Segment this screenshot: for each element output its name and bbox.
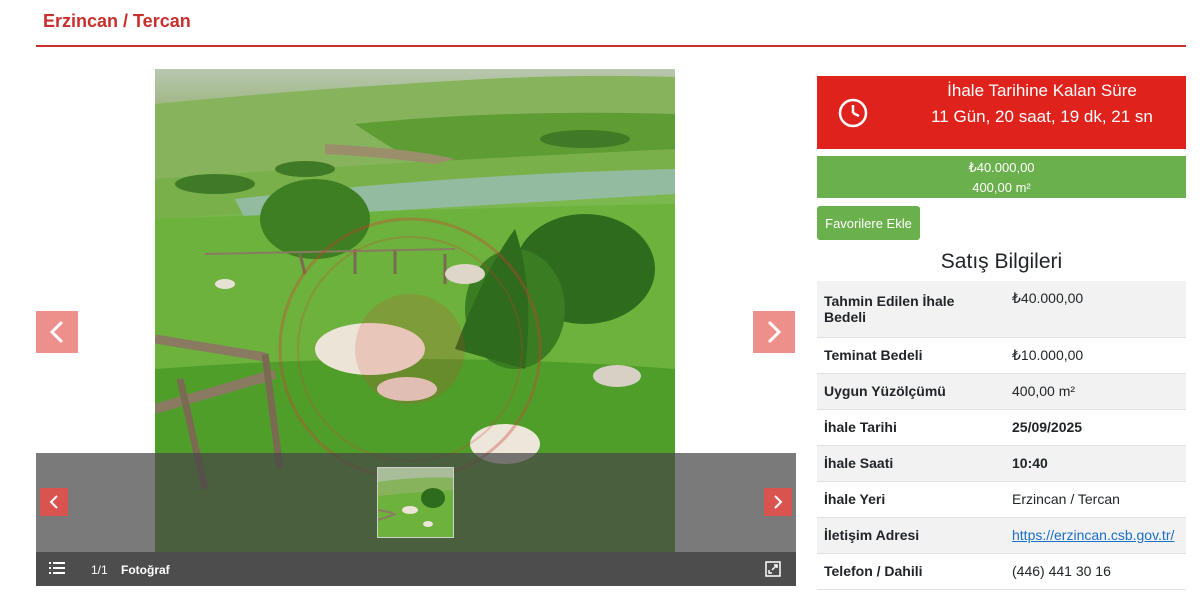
table-row: İletişim Adresi https://erzincan.csb.gov… [817,517,1186,554]
thumbnail[interactable] [377,467,454,538]
clock-icon [837,97,869,134]
row-label: Uygun Yüzölçümü [817,373,1005,410]
price-area: 400,00 m² [972,180,1031,195]
row-value: 400,00 m² [1005,373,1186,410]
countdown-label: İhale Tarihine Kalan Süre [947,81,1137,100]
photo-caption: Fotoğraf [121,563,170,577]
countdown-value: 11 Gün, 20 saat, 19 dk, 21 sn [931,107,1153,126]
table-row: Uygun Yüzölçümü 400,00 m² [817,373,1186,410]
photo-counter: 1/1 [91,563,108,577]
sales-info-heading: Satış Bilgileri [940,250,1063,273]
photo-gallery: 1/1 Fotoğraf [36,69,796,586]
table-row: Telefon / Dahili (446) 441 30 16 [817,553,1186,590]
table-row: Tahmin Edilen İhale Bedeli ₺40.000,00 [817,281,1186,338]
page-title: Erzincan / Tercan [43,11,191,31]
price-summary: ₺40.000,00 400,00 m² [817,156,1186,198]
chevron-left-icon [49,320,64,344]
thumbnail-next-button[interactable] [764,488,792,516]
row-value: Erzincan / Tercan [1005,481,1186,518]
gallery-toolbar: 1/1 Fotoğraf [36,552,796,586]
row-label: İhale Yeri [817,481,1005,518]
row-label: Telefon / Dahili [817,553,1005,590]
chevron-left-icon [49,495,58,509]
row-label: İhale Saati [817,445,1005,482]
table-row: İhale Saati 10:40 [817,445,1186,482]
thumbnail-strip [36,453,796,553]
row-value: 10:40 [1005,445,1186,482]
price-amount: ₺40.000,00 [968,160,1035,175]
row-label: İhale Tarihi [817,409,1005,446]
row-value: ₺40.000,00 [1005,281,1186,338]
next-photo-button[interactable] [753,311,795,353]
row-value: ₺10.000,00 [1005,337,1186,374]
prev-photo-button[interactable] [36,311,78,353]
expand-icon[interactable] [765,561,781,580]
table-row: İhale Yeri Erzincan / Tercan [817,481,1186,518]
countdown-box: İhale Tarihine Kalan Süre 11 Gün, 20 saa… [817,76,1186,149]
row-value: (446) 441 30 16 [1005,553,1186,590]
row-label: Tahmin Edilen İhale Bedeli [817,281,1005,338]
sales-info-table: Tahmin Edilen İhale Bedeli ₺40.000,00 Te… [817,281,1186,590]
thumbnail-prev-button[interactable] [40,488,68,516]
contact-link[interactable]: https://erzincan.csb.gov.tr/ [1012,527,1174,543]
row-label: Teminat Bedeli [817,337,1005,374]
list-icon[interactable] [49,561,65,578]
title-divider [36,45,1186,47]
row-label: İletişim Adresi [817,517,1005,554]
table-row: Teminat Bedeli ₺10.000,00 [817,337,1186,374]
row-value: 25/09/2025 [1005,409,1186,446]
add-to-favorites-button[interactable]: Favorilere Ekle [817,206,920,240]
chevron-right-icon [767,320,782,344]
chevron-right-icon [774,495,783,509]
table-row: İhale Tarihi 25/09/2025 [817,409,1186,446]
